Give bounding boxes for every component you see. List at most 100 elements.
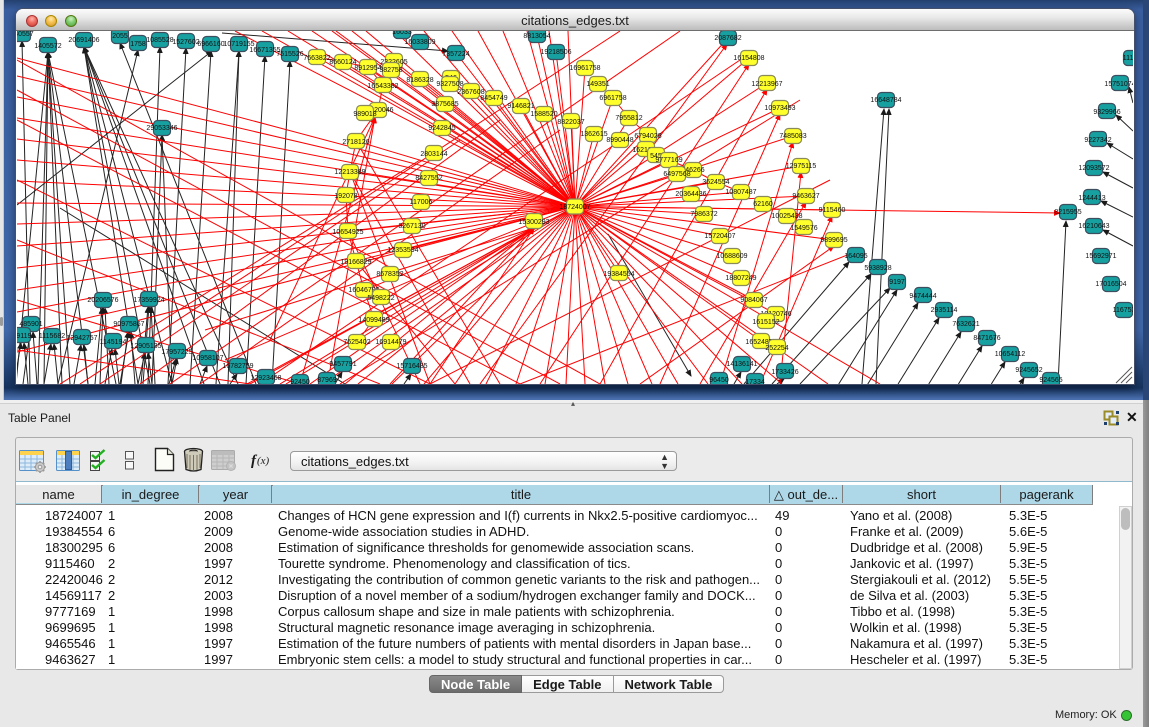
svg-text:1405572: 1405572: [34, 43, 61, 50]
svg-text:16961758: 16961758: [569, 65, 600, 72]
svg-text:16782759: 16782759: [222, 363, 253, 370]
svg-text:9777169: 9777169: [655, 157, 682, 164]
svg-text:9245652: 9245652: [1015, 367, 1042, 374]
svg-text:8678352: 8678352: [376, 271, 403, 278]
svg-text:17334: 17334: [745, 379, 765, 384]
svg-text:15692971: 15692971: [1085, 253, 1116, 260]
svg-text:12905135: 12905135: [130, 343, 161, 350]
svg-text:16033809: 16033809: [404, 39, 435, 46]
svg-text:8454749: 8454749: [480, 95, 507, 102]
svg-text:9146821: 9146821: [507, 103, 534, 110]
svg-text:10807487: 10807487: [725, 189, 756, 196]
svg-text:117006: 117006: [410, 199, 433, 206]
svg-text:9899695: 9899695: [820, 237, 847, 244]
svg-text:15300293: 15300293: [518, 219, 549, 226]
svg-text:240557: 240557: [17, 31, 34, 38]
svg-text:8471676: 8471676: [973, 335, 1000, 342]
svg-text:1758: 1758: [130, 41, 146, 48]
svg-text:19166829: 19166829: [340, 259, 371, 266]
svg-text:15720407: 15720407: [704, 233, 735, 240]
svg-text:10025438: 10025438: [771, 213, 802, 220]
svg-text:7663822: 7663822: [303, 55, 330, 62]
svg-text:989018: 989018: [353, 111, 376, 118]
svg-text:7955812: 7955812: [615, 115, 642, 122]
svg-text:9463627: 9463627: [792, 193, 819, 200]
svg-text:12213967: 12213967: [751, 81, 782, 88]
svg-text:20364436: 20364436: [675, 191, 706, 198]
svg-text:1362615: 1362615: [580, 131, 607, 138]
svg-text:7485083: 7485083: [779, 133, 806, 140]
svg-text:1244413: 1244413: [1078, 195, 1105, 202]
svg-text:9084067: 9084067: [740, 297, 767, 304]
svg-text:9227342: 9227342: [1084, 137, 1111, 144]
svg-text:2935114: 2935114: [931, 307, 958, 314]
svg-text:14099489: 14099489: [358, 317, 389, 324]
svg-text:1615152: 1615152: [752, 319, 779, 326]
svg-text:1733426: 1733426: [771, 369, 798, 376]
svg-text:12923468: 12923468: [250, 375, 281, 382]
svg-text:12093572: 12093572: [1078, 165, 1109, 172]
svg-text:192078: 192078: [334, 193, 357, 200]
svg-text:7357224: 7357224: [442, 51, 469, 58]
svg-text:1085528: 1085528: [146, 37, 173, 44]
svg-text:16210643: 16210643: [1078, 223, 1109, 230]
svg-text:7632621: 7632621: [952, 321, 979, 328]
svg-text:6497568: 6497568: [663, 171, 690, 178]
svg-text:17359924: 17359924: [133, 297, 164, 304]
svg-text:10654112: 10654112: [995, 351, 1026, 358]
svg-text:10958107: 10958107: [192, 355, 223, 362]
svg-text:16154808: 16154808: [733, 55, 764, 62]
svg-text:10688609: 10688609: [716, 253, 747, 260]
svg-text:39119: 39119: [17, 333, 32, 340]
svg-text:7515526: 7515526: [276, 51, 303, 58]
svg-text:17016504: 17016504: [1095, 281, 1126, 288]
svg-text:96450: 96450: [709, 377, 729, 384]
svg-text:1145194: 1145194: [100, 339, 127, 346]
svg-text:5938928: 5938928: [864, 265, 891, 272]
svg-text:8912954: 8912954: [354, 65, 381, 72]
svg-text:1588520: 1588520: [530, 111, 557, 118]
svg-text:16914479: 16914479: [375, 339, 406, 346]
svg-text:116753: 116753: [1113, 307, 1133, 314]
svg-text:9457791: 9457791: [329, 361, 356, 368]
svg-text:9329966: 9329966: [1093, 109, 1120, 116]
svg-text:6961758: 6961758: [599, 95, 626, 102]
svg-text:3624554: 3624554: [702, 179, 729, 186]
svg-text:252254: 252254: [765, 345, 788, 352]
svg-text:90975867: 90975867: [113, 321, 144, 328]
svg-text:9474444: 9474444: [909, 293, 936, 300]
svg-text:924565: 924565: [1039, 377, 1062, 384]
svg-text:12942757: 12942757: [66, 335, 97, 342]
svg-text:8427552: 8427552: [415, 175, 442, 182]
svg-text:8267130: 8267130: [398, 223, 425, 230]
svg-text:2055: 2055: [112, 33, 128, 40]
svg-text:11171: 11171: [1123, 55, 1133, 62]
svg-text:10973493: 10973493: [764, 105, 795, 112]
svg-text:1527602: 1527602: [172, 39, 199, 46]
svg-text:9115460: 9115460: [819, 207, 846, 214]
svg-text:18724007: 18724007: [559, 204, 590, 211]
svg-text:8990448: 8990448: [606, 137, 633, 144]
svg-text:8215955: 8215955: [1054, 209, 1081, 216]
svg-text:12353594: 12353594: [387, 247, 418, 254]
svg-text:8822037: 8822037: [557, 119, 584, 126]
svg-text:29053346: 29053346: [146, 125, 177, 132]
svg-text:3875685: 3875685: [431, 101, 458, 108]
svg-text:1549576: 1549576: [790, 225, 817, 232]
svg-text:2718126: 2718126: [342, 139, 369, 146]
svg-text:164095: 164095: [844, 253, 867, 260]
svg-text:6966160: 6966160: [197, 41, 224, 48]
svg-text:16033: 16033: [392, 31, 412, 36]
svg-text:1115682: 1115682: [39, 333, 65, 340]
svg-text:149351: 149351: [586, 81, 609, 88]
svg-text:12975115: 12975115: [786, 163, 817, 170]
svg-text:8186328: 8186328: [406, 77, 433, 84]
svg-text:16648784: 16648784: [870, 97, 901, 104]
svg-text:16543382: 16543382: [367, 83, 398, 90]
svg-text:2087682: 2087682: [714, 35, 741, 42]
svg-text:15751074: 15751074: [1104, 81, 1133, 88]
svg-text:87969: 87969: [317, 377, 337, 384]
svg-text:12213389: 12213389: [334, 169, 365, 176]
svg-text:18807249: 18807249: [725, 275, 756, 282]
svg-text:382758: 382758: [379, 67, 402, 74]
